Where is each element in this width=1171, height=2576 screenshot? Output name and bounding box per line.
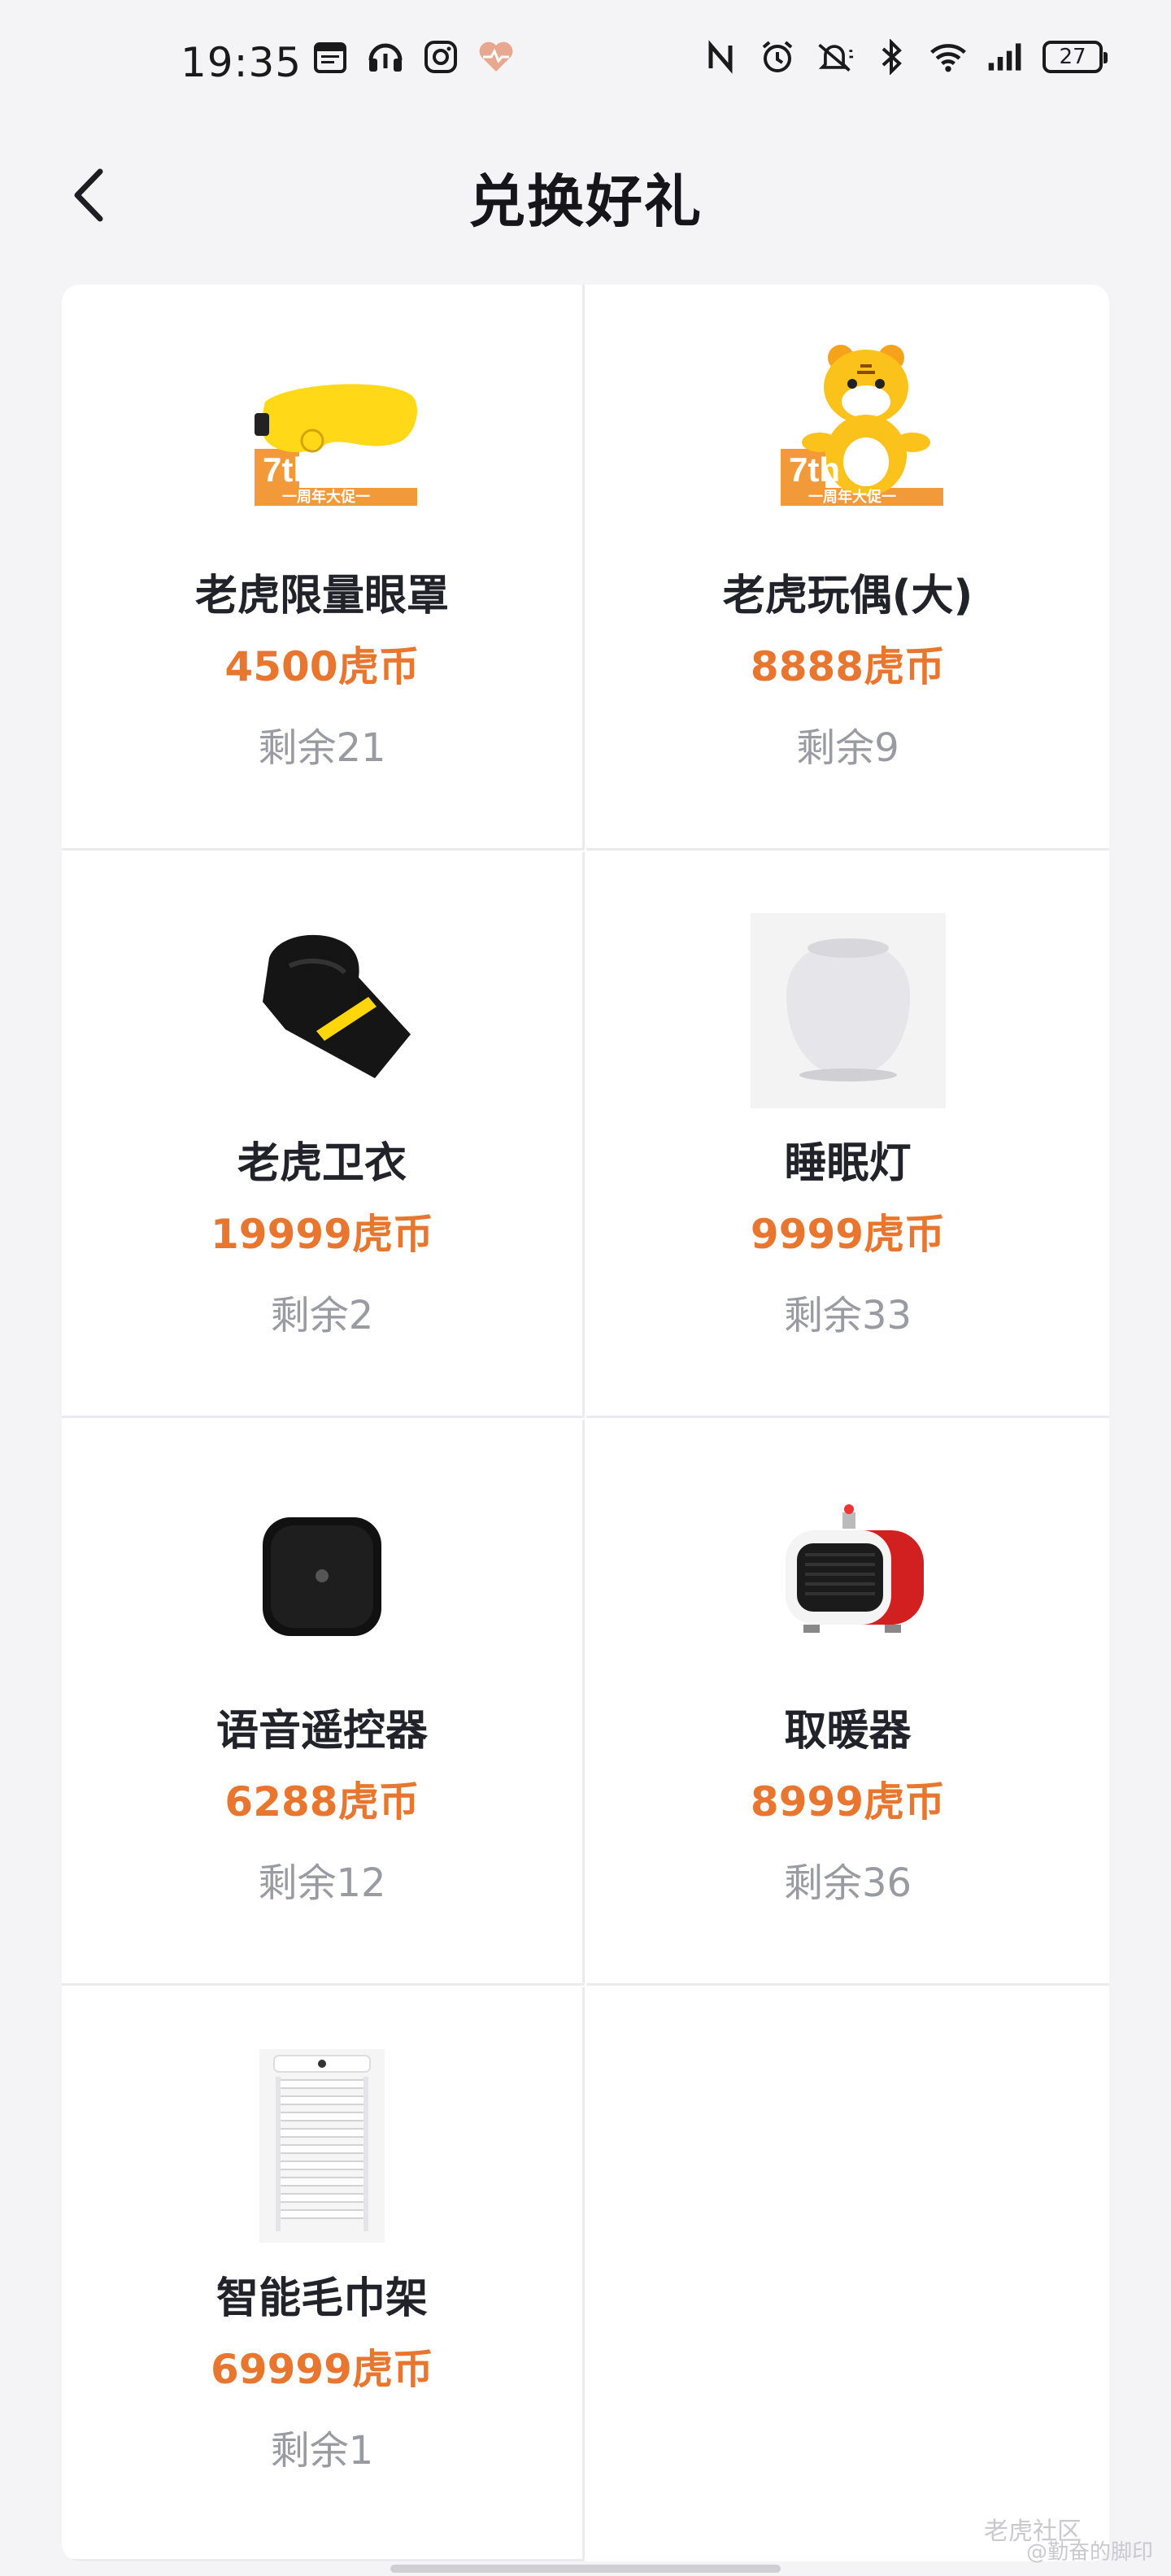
towel-rack-icon (62, 2044, 582, 2247)
reward-item-voice-remote[interactable]: 语音遥控器 6288虎币 剩余12 (62, 1420, 585, 1986)
reward-price: 8888虎币 (750, 643, 946, 690)
reward-item-hoodie[interactable]: 老虎卫衣 19999虎币 剩余2 (62, 852, 585, 1418)
reward-stock: 剩余9 (796, 725, 899, 771)
badge-text: 一周年大促一 (808, 488, 896, 506)
reward-item-sleep-lamp[interactable]: 睡眠灯 9999虎币 剩余33 (586, 852, 1109, 1418)
reward-stock: 剩余36 (783, 1860, 912, 1906)
instagram-icon (421, 37, 460, 76)
status-left-icons (311, 37, 516, 76)
reward-item-tiger-doll[interactable]: 7th 一周年大促一 老虎玩偶(大) 8888虎币 剩余9 (586, 285, 1109, 851)
music-app-icon (366, 37, 405, 76)
reward-item-towel-rack[interactable]: 智能毛巾架 69999虎币 剩余1 (62, 1987, 585, 2561)
reward-name: 语音遥控器 (215, 1707, 428, 1756)
heater-icon (586, 1477, 1109, 1680)
hoodie-icon (62, 909, 582, 1112)
reward-price: 4500虎币 (224, 643, 420, 690)
mute-icon (815, 37, 854, 76)
watermark-author: @勤奋的脚印 (1026, 2540, 1154, 2565)
reward-name: 老虎卫衣 (237, 1139, 407, 1188)
sleep-lamp-icon (586, 909, 1109, 1112)
reward-item-heater[interactable]: 取暖器 8999虎币 剩余36 (586, 1420, 1109, 1986)
badge-text: 一周年大促一 (282, 488, 370, 506)
badge-number: 7th (789, 450, 840, 489)
reward-item-eye-mask[interactable]: 7th 一周年大促一 老虎限量眼罩 4500虎币 剩余21 (62, 285, 585, 851)
reward-stock: 剩余21 (258, 725, 386, 771)
reward-price: 6288虎币 (224, 1778, 420, 1825)
calendar-app-icon (311, 37, 350, 76)
reward-name: 取暖器 (784, 1707, 912, 1756)
reward-stock: 剩余2 (270, 1293, 374, 1338)
eye-mask-icon: 7th 一周年大促一 (62, 342, 582, 545)
badge-number: 7th (263, 450, 314, 489)
bluetooth-icon (872, 37, 911, 76)
signal-icon (986, 37, 1025, 76)
empty-cell (586, 1987, 1109, 2561)
reward-price: 8999虎币 (750, 1778, 946, 1825)
reward-stock: 剩余33 (783, 1293, 912, 1338)
battery-indicator: 27 (1043, 41, 1108, 73)
health-icon (477, 37, 516, 76)
reward-name: 睡眠灯 (784, 1139, 912, 1188)
reward-grid: 7th 一周年大促一 老虎限量眼罩 4500虎币 剩余21 7th 一周年大促一… (62, 285, 1109, 2561)
nfc-icon (701, 37, 740, 76)
reward-stock: 剩余12 (258, 1860, 386, 1906)
reward-name: 智能毛巾架 (215, 2274, 428, 2323)
status-time: 19:35 (181, 39, 303, 86)
wifi-icon (929, 37, 968, 76)
tiger-doll-icon: 7th 一周年大促一 (586, 342, 1109, 545)
reward-price: 9999虎币 (750, 1211, 946, 1258)
status-bar: 19:35 27 (0, 0, 1171, 130)
alarm-icon (758, 37, 797, 76)
voice-remote-icon (62, 1477, 582, 1680)
reward-price: 19999虎币 (211, 1211, 433, 1258)
reward-stock: 剩余1 (270, 2428, 374, 2474)
page-title: 兑换好礼 (468, 168, 703, 235)
home-indicator[interactable] (390, 2565, 781, 2573)
status-right-icons: 27 (701, 37, 1108, 76)
reward-name: 老虎限量眼罩 (194, 572, 449, 620)
page-header: 兑换好礼 (0, 138, 1171, 244)
reward-name: 老虎玩偶(大) (722, 572, 973, 620)
reward-price: 69999虎币 (211, 2346, 433, 2393)
